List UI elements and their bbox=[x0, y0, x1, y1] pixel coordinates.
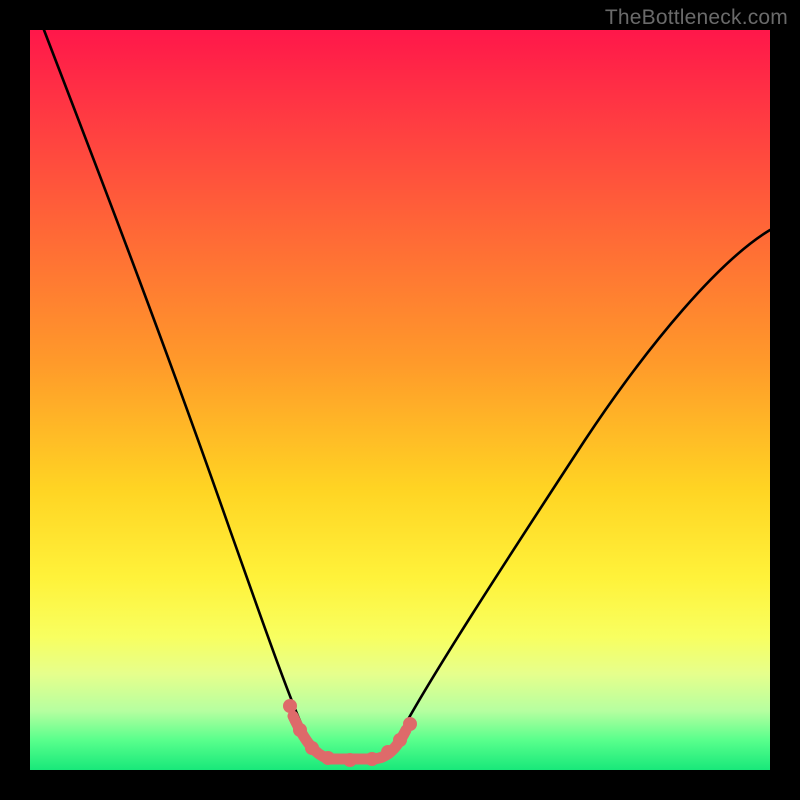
highlight-dot bbox=[343, 753, 357, 767]
plot-area bbox=[30, 30, 770, 770]
attribution-text: TheBottleneck.com bbox=[605, 6, 788, 30]
highlight-dot bbox=[283, 699, 297, 713]
highlight-dot bbox=[403, 717, 417, 731]
chart-frame: TheBottleneck.com bbox=[0, 0, 800, 800]
highlight-dot bbox=[393, 733, 407, 747]
highlight-dot bbox=[381, 745, 395, 759]
curve-layer bbox=[30, 30, 770, 770]
highlight-dot bbox=[321, 751, 335, 765]
main-curve bbox=[44, 30, 770, 760]
highlight-dot bbox=[365, 752, 379, 766]
highlight-dot bbox=[293, 723, 307, 737]
highlight-dot bbox=[305, 741, 319, 755]
